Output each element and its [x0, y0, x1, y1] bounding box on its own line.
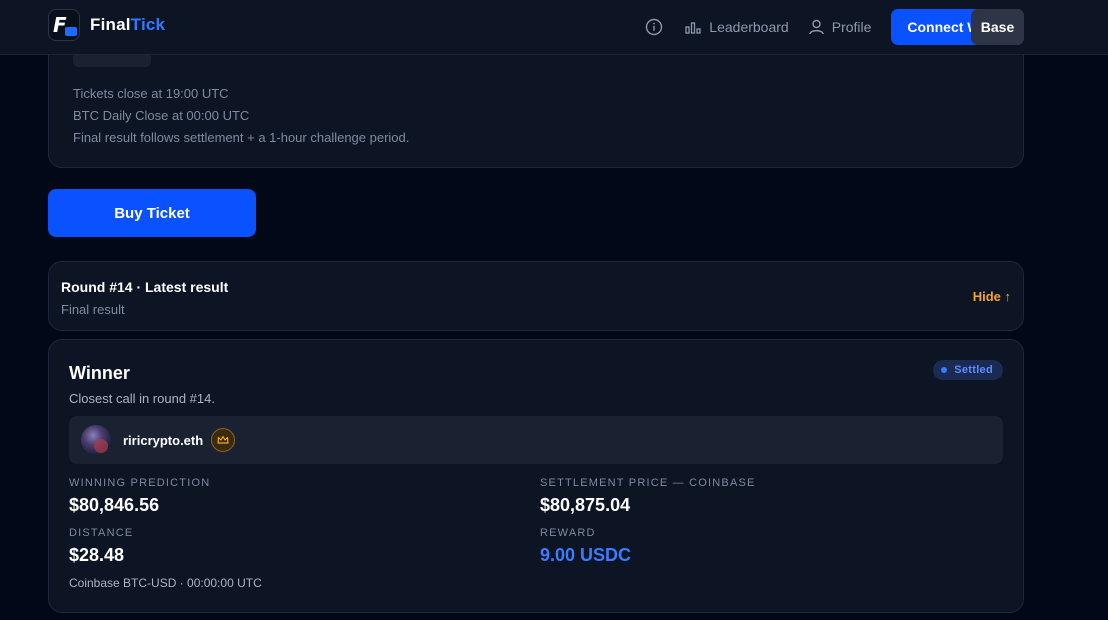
reward-label: Reward [540, 527, 596, 539]
status-dot-icon [941, 367, 948, 373]
settlement-note: Final result follows settlement + a 1-ho… [73, 130, 410, 145]
network-selector-button[interactable]: Base [971, 9, 1024, 45]
winner-identity-row: riricrypto.eth [69, 416, 1003, 464]
winner-name: riricrypto.eth [123, 432, 204, 448]
nav-profile-link[interactable]: Profile [809, 19, 872, 35]
nav-profile-label: Profile [831, 19, 872, 35]
nav-leaderboard-link[interactable]: Leaderboard [685, 19, 789, 35]
top-nav: F FinalTick Leaderboard Profile Connect … [0, 0, 1108, 55]
winning-prediction-label: Winning prediction [69, 477, 211, 489]
tickets-close-note: Tickets close at 19:00 UTC [73, 86, 229, 101]
brand-logo-link[interactable]: F FinalTick [48, 9, 165, 41]
nav-actions: Leaderboard Profile Connect Wallet [645, 9, 1024, 45]
crown-icon [211, 428, 236, 452]
settlement-price-value: $80,875.04 [540, 495, 631, 515]
round-subtitle: Final result [61, 302, 125, 317]
winner-subtitle: Closest call in round #14. [69, 391, 215, 406]
settlement-price-label: Settlement price — Coinbase [540, 477, 756, 489]
status-badge: Settled [933, 360, 1003, 380]
distance-label: Distance [69, 527, 134, 539]
finaltick-logo-icon: F [48, 9, 80, 41]
leaderboard-icon [685, 22, 701, 34]
status-label: Settled [954, 364, 993, 376]
winner-title: Winner [69, 363, 130, 383]
hide-result-toggle[interactable]: Hide ↑ [973, 289, 1011, 304]
avatar [81, 425, 111, 455]
reward-value: 9.00 USDC [540, 545, 632, 565]
winning-prediction-value: $80,846.56 [69, 495, 160, 515]
round-title: Round #14 · Latest result [61, 279, 229, 295]
distance-value: $28.48 [69, 545, 125, 565]
latest-result-header: Round #14 · Latest result Final result H… [48, 261, 1024, 331]
round-schedule-notes: Tickets close at 19:00 UTC BTC Daily Clo… [73, 83, 409, 149]
profile-icon [809, 19, 824, 35]
nav-leaderboard-label: Leaderboard [709, 19, 789, 35]
winner-card: Winner Closest call in round #14. Settle… [48, 339, 1024, 613]
brand-name: FinalTick [90, 15, 166, 34]
info-icon[interactable] [645, 18, 663, 36]
btc-close-note: BTC Daily Close at 00:00 UTC [73, 108, 250, 123]
price-source-note: Coinbase BTC-USD · 00:00:00 UTC [69, 576, 262, 590]
buy-ticket-button[interactable]: Buy Ticket [48, 189, 256, 237]
